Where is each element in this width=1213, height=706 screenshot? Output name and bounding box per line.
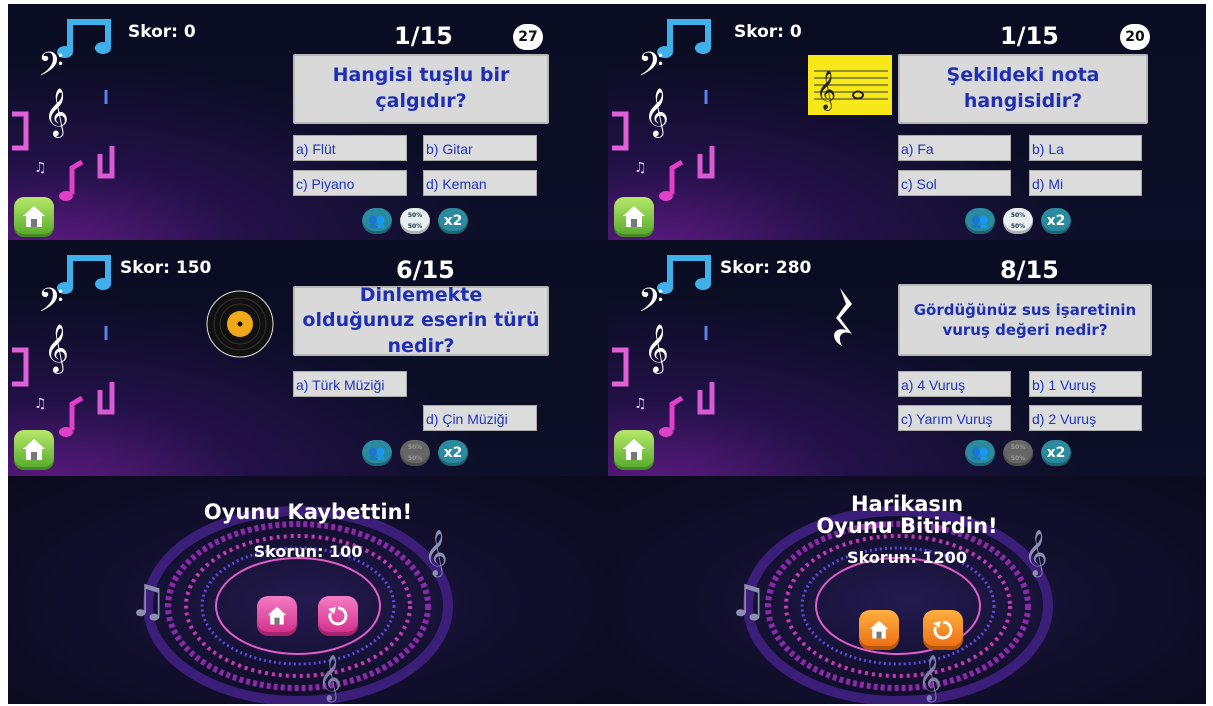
home-icon — [267, 606, 287, 625]
fifty-fifty-button: 50% 50% — [400, 440, 430, 466]
svg-text:𝄞: 𝄞 — [918, 655, 942, 703]
end-score: Skorun: 1200 — [847, 548, 967, 567]
answer-c[interactable]: c) Yarım Vuruş — [898, 405, 1011, 431]
answer-a[interactable]: a) Türk Müziği — [293, 371, 407, 397]
answer-d[interactable]: d) Mi — [1029, 170, 1142, 196]
score-label: Skor: 0 — [734, 22, 802, 42]
audience-icon[interactable]: 👥 — [965, 208, 995, 234]
question-counter: 8/15 — [1000, 256, 1059, 284]
svg-text:♫: ♫ — [728, 576, 767, 627]
answer-a[interactable]: a) 4 Vuruş — [898, 371, 1011, 397]
answer-b[interactable]: b) La — [1029, 135, 1142, 161]
question-counter: 1/15 — [394, 22, 453, 50]
answer-a[interactable]: a) Flüt — [293, 135, 407, 161]
double-answer-button[interactable]: x2 — [1041, 440, 1071, 466]
home-icon — [869, 620, 889, 639]
home-button[interactable] — [614, 430, 654, 470]
answer-c[interactable]: c) Piyano — [293, 170, 407, 196]
timer-badge: 27 — [513, 24, 543, 50]
quiz-screen-4: Skor: 280 8/15 Gördüğünüz sus işaretinin… — [608, 240, 1206, 476]
home-icon — [623, 206, 645, 227]
question-box: Şekildeki nota hangisidir? — [898, 54, 1148, 124]
home-button[interactable] — [14, 430, 54, 470]
restart-button[interactable] — [318, 596, 358, 636]
score-label: Skor: 0 — [128, 22, 196, 42]
lifelines: 👥 50% 50% x2 — [362, 208, 468, 234]
fifty-fifty-button[interactable]: 50% 50% — [1003, 208, 1033, 234]
lifelines: 👥 50% 50% x2 — [965, 208, 1071, 234]
game-over-screen: ♫ 𝄞 𝄞 Oyunu Kaybettin! Skorun: 100 — [8, 476, 608, 704]
fifty-fifty-button: 50% 50% — [1003, 440, 1033, 466]
restart-icon — [933, 620, 953, 640]
quiz-screen-3: Skor: 150 6/15 Dinlemekte olduğunuz eser… — [8, 240, 608, 476]
home-button[interactable] — [859, 610, 899, 650]
restart-icon — [328, 606, 348, 626]
answer-d[interactable]: d) Çin Müziği — [423, 405, 537, 431]
question-counter: 1/15 — [1000, 22, 1059, 50]
timer-badge: 20 — [1120, 24, 1150, 50]
answer-c[interactable]: c) Sol — [898, 170, 1011, 196]
audience-icon[interactable]: 👥 — [362, 208, 392, 234]
double-answer-button[interactable]: x2 — [438, 208, 468, 234]
svg-text:♫: ♫ — [128, 576, 167, 627]
score-label: Skor: 150 — [120, 258, 212, 278]
answer-d[interactable]: d) Keman — [423, 170, 537, 196]
end-title: Harikasın — [850, 492, 964, 516]
answer-b[interactable]: b) 1 Vuruş — [1029, 371, 1142, 397]
double-answer-button[interactable]: x2 — [438, 440, 468, 466]
home-icon — [623, 439, 645, 460]
audience-icon[interactable]: 👥 — [965, 440, 995, 466]
lifelines: 👥 50% 50% x2 — [362, 440, 468, 466]
quiz-screen-2: Skor: 0 1/15 20 𝄞 Şekildeki nota hangisi… — [608, 4, 1206, 240]
question-box: Hangisi tuşlu bir çalgıdır? — [293, 54, 549, 124]
question-box: Dinlemekte olduğunuz eserin türü nedir? — [293, 284, 549, 357]
home-button[interactable] — [14, 197, 54, 237]
svg-text:𝄞: 𝄞 — [318, 655, 342, 703]
question-counter: 6/15 — [396, 256, 455, 284]
end-score: Skorun: 100 — [253, 542, 363, 561]
home-icon — [23, 206, 45, 227]
question-box: Gördüğünüz sus işaretinin vuruş değeri n… — [898, 284, 1152, 356]
score-label: Skor: 280 — [720, 258, 812, 278]
svg-text:𝄞: 𝄞 — [816, 70, 836, 111]
lifelines: 👥 50% 50% x2 — [965, 440, 1071, 466]
end-subtitle: Oyunu Bitirdin! — [816, 514, 998, 538]
restart-button[interactable] — [923, 610, 963, 650]
fifty-fifty-button[interactable]: 50% 50% — [400, 208, 430, 234]
answer-b[interactable]: b) Gitar — [423, 135, 537, 161]
game-won-screen: ♫ 𝄞 𝄞 Harikasın Oyunu Bitirdin! Skorun: … — [608, 476, 1206, 704]
answer-a[interactable]: a) Fa — [898, 135, 1011, 161]
end-title: Oyunu Kaybettin! — [203, 500, 413, 524]
quarter-rest-icon — [834, 288, 852, 346]
note-staff-image: 𝄞 — [808, 55, 892, 115]
home-button[interactable] — [614, 197, 654, 237]
home-button[interactable] — [257, 596, 297, 636]
double-answer-button[interactable]: x2 — [1041, 208, 1071, 234]
audience-icon[interactable]: 👥 — [362, 440, 392, 466]
quiz-screen-1: Skor: 0 1/15 27 Hangisi tuşlu bir çalgıd… — [8, 4, 608, 240]
home-icon — [23, 439, 45, 460]
vinyl-record-icon — [206, 290, 274, 358]
answer-d[interactable]: d) 2 Vuruş — [1029, 405, 1142, 431]
